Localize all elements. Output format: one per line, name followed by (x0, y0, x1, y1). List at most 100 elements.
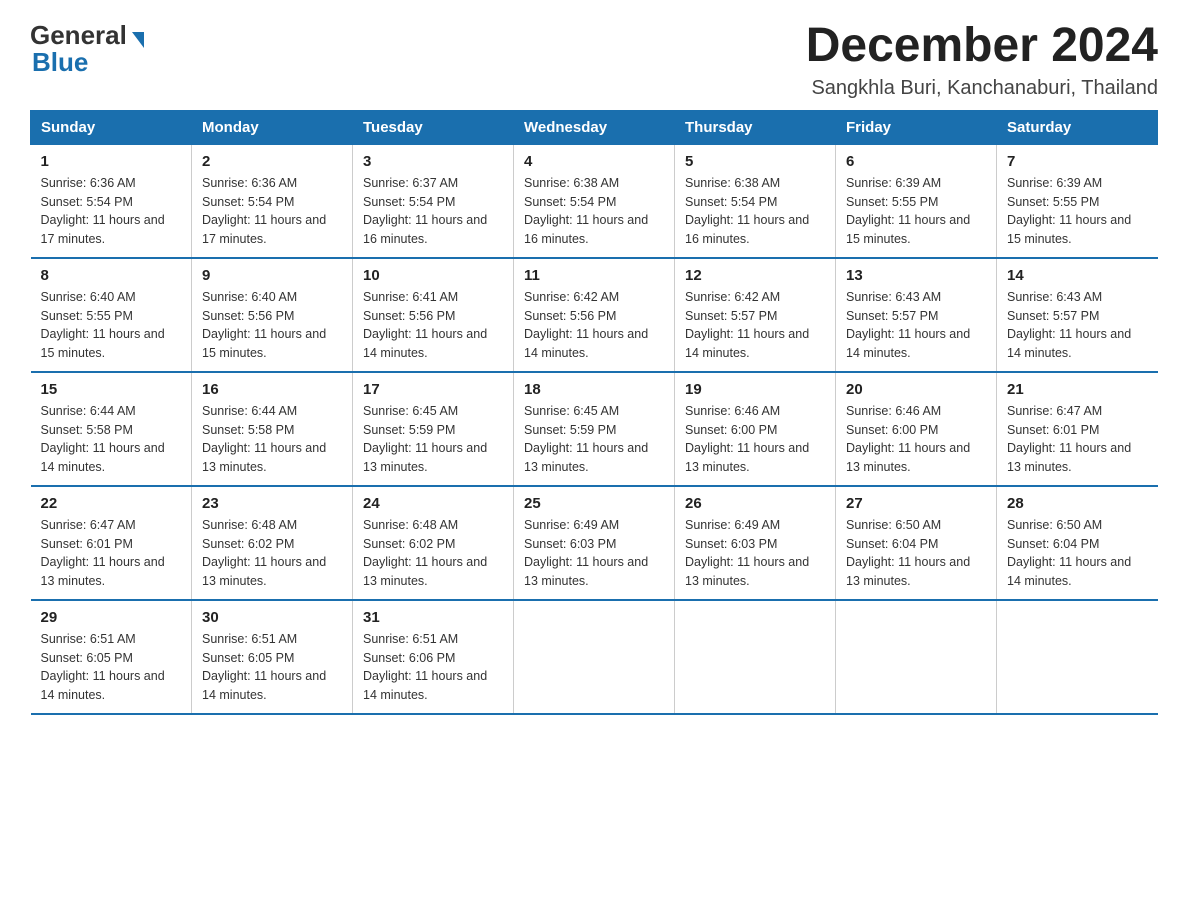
calendar-week-2: 8 Sunrise: 6:40 AMSunset: 5:55 PMDaylight… (31, 258, 1158, 372)
calendar-table: SundayMondayTuesdayWednesdayThursdayFrid… (30, 110, 1158, 715)
day-info: Sunrise: 6:39 AMSunset: 5:55 PMDaylight:… (846, 174, 986, 249)
calendar-cell (514, 600, 675, 714)
header-thursday: Thursday (675, 110, 836, 144)
day-number: 25 (524, 495, 664, 512)
day-number: 10 (363, 267, 503, 284)
day-info: Sunrise: 6:46 AMSunset: 6:00 PMDaylight:… (846, 402, 986, 477)
calendar-cell: 29Sunrise: 6:51 AMSunset: 6:05 PMDayligh… (31, 600, 192, 714)
calendar-week-1: 1 Sunrise: 6:36 AMSunset: 5:54 PMDaylight… (31, 144, 1158, 258)
day-info: Sunrise: 6:44 AMSunset: 5:58 PMDaylight:… (202, 402, 342, 477)
day-info: Sunrise: 6:40 AMSunset: 5:55 PMDaylight:… (41, 288, 182, 363)
logo: General Blue (30, 20, 144, 78)
day-info: Sunrise: 6:48 AMSunset: 6:02 PMDaylight:… (202, 516, 342, 591)
calendar-cell: 22 Sunrise: 6:47 AMSunset: 6:01 PMDayligh… (31, 486, 192, 600)
day-number: 18 (524, 381, 664, 398)
day-info: Sunrise: 6:50 AMSunset: 6:04 PMDaylight:… (846, 516, 986, 591)
day-number: 5 (685, 153, 825, 170)
day-info: Sunrise: 6:48 AMSunset: 6:02 PMDaylight:… (363, 516, 503, 591)
calendar-header-row: SundayMondayTuesdayWednesdayThursdayFrid… (31, 110, 1158, 144)
calendar-cell: 2 Sunrise: 6:36 AMSunset: 5:54 PMDaylight… (192, 144, 353, 258)
calendar-cell: 26Sunrise: 6:49 AMSunset: 6:03 PMDayligh… (675, 486, 836, 600)
calendar-cell: 30 Sunrise: 6:51 AMSunset: 6:05 PMDayligh… (192, 600, 353, 714)
calendar-cell: 25 Sunrise: 6:49 AMSunset: 6:03 PMDayligh… (514, 486, 675, 600)
calendar-cell (997, 600, 1158, 714)
calendar-cell: 27 Sunrise: 6:50 AMSunset: 6:04 PMDayligh… (836, 486, 997, 600)
calendar-cell: 3 Sunrise: 6:37 AMSunset: 5:54 PMDaylight… (353, 144, 514, 258)
calendar-cell: 14Sunrise: 6:43 AMSunset: 5:57 PMDayligh… (997, 258, 1158, 372)
day-number: 19 (685, 381, 825, 398)
day-number: 11 (524, 267, 664, 284)
calendar-cell: 8 Sunrise: 6:40 AMSunset: 5:55 PMDaylight… (31, 258, 192, 372)
day-number: 30 (202, 609, 342, 626)
calendar-cell: 11 Sunrise: 6:42 AMSunset: 5:56 PMDayligh… (514, 258, 675, 372)
calendar-cell: 5 Sunrise: 6:38 AMSunset: 5:54 PMDaylight… (675, 144, 836, 258)
calendar-cell (675, 600, 836, 714)
day-info: Sunrise: 6:51 AMSunset: 6:06 PMDaylight:… (363, 630, 503, 705)
calendar-cell: 4Sunrise: 6:38 AMSunset: 5:54 PMDaylight… (514, 144, 675, 258)
subtitle: Sangkhla Buri, Kanchanaburi, Thailand (806, 77, 1158, 100)
day-info: Sunrise: 6:41 AMSunset: 5:56 PMDaylight:… (363, 288, 503, 363)
day-info: Sunrise: 6:37 AMSunset: 5:54 PMDaylight:… (363, 174, 503, 249)
calendar-cell: 9Sunrise: 6:40 AMSunset: 5:56 PMDaylight… (192, 258, 353, 372)
calendar-week-4: 22 Sunrise: 6:47 AMSunset: 6:01 PMDayligh… (31, 486, 1158, 600)
day-number: 16 (202, 381, 342, 398)
day-number: 12 (685, 267, 825, 284)
day-number: 23 (202, 495, 342, 512)
day-info: Sunrise: 6:45 AMSunset: 5:59 PMDaylight:… (363, 402, 503, 477)
day-number: 8 (41, 267, 182, 284)
day-number: 28 (1007, 495, 1148, 512)
calendar-cell (836, 600, 997, 714)
day-info: Sunrise: 6:42 AMSunset: 5:56 PMDaylight:… (524, 288, 664, 363)
day-number: 1 (41, 153, 182, 170)
day-info: Sunrise: 6:36 AMSunset: 5:54 PMDaylight:… (202, 174, 342, 249)
logo-blue: Blue (32, 47, 88, 78)
day-number: 31 (363, 609, 503, 626)
day-info: Sunrise: 6:38 AMSunset: 5:54 PMDaylight:… (685, 174, 825, 249)
day-number: 22 (41, 495, 182, 512)
day-number: 9 (202, 267, 342, 284)
logo-triangle-icon (132, 32, 144, 48)
calendar-cell: 31 Sunrise: 6:51 AMSunset: 6:06 PMDayligh… (353, 600, 514, 714)
day-number: 24 (363, 495, 503, 512)
page-header: General Blue December 2024 Sangkhla Buri… (30, 20, 1158, 100)
calendar-cell: 12Sunrise: 6:42 AMSunset: 5:57 PMDayligh… (675, 258, 836, 372)
calendar-week-3: 15 Sunrise: 6:44 AMSunset: 5:58 PMDayligh… (31, 372, 1158, 486)
day-info: Sunrise: 6:49 AMSunset: 6:03 PMDaylight:… (685, 516, 825, 591)
day-info: Sunrise: 6:49 AMSunset: 6:03 PMDaylight:… (524, 516, 664, 591)
day-number: 15 (41, 381, 182, 398)
day-number: 2 (202, 153, 342, 170)
calendar-cell: 17Sunrise: 6:45 AMSunset: 5:59 PMDayligh… (353, 372, 514, 486)
day-info: Sunrise: 6:39 AMSunset: 5:55 PMDaylight:… (1007, 174, 1148, 249)
day-info: Sunrise: 6:50 AMSunset: 6:04 PMDaylight:… (1007, 516, 1148, 591)
calendar-cell: 23 Sunrise: 6:48 AMSunset: 6:02 PMDayligh… (192, 486, 353, 600)
header-wednesday: Wednesday (514, 110, 675, 144)
header-sunday: Sunday (31, 110, 192, 144)
day-info: Sunrise: 6:38 AMSunset: 5:54 PMDaylight:… (524, 174, 664, 249)
header-saturday: Saturday (997, 110, 1158, 144)
day-info: Sunrise: 6:43 AMSunset: 5:57 PMDaylight:… (846, 288, 986, 363)
day-info: Sunrise: 6:51 AMSunset: 6:05 PMDaylight:… (202, 630, 342, 705)
calendar-cell: 21 Sunrise: 6:47 AMSunset: 6:01 PMDayligh… (997, 372, 1158, 486)
calendar-cell: 6 Sunrise: 6:39 AMSunset: 5:55 PMDaylight… (836, 144, 997, 258)
day-number: 27 (846, 495, 986, 512)
calendar-cell: 16 Sunrise: 6:44 AMSunset: 5:58 PMDayligh… (192, 372, 353, 486)
day-info: Sunrise: 6:45 AMSunset: 5:59 PMDaylight:… (524, 402, 664, 477)
calendar-cell: 15Sunrise: 6:44 AMSunset: 5:58 PMDayligh… (31, 372, 192, 486)
day-number: 3 (363, 153, 503, 170)
calendar-cell: 7 Sunrise: 6:39 AMSunset: 5:55 PMDaylight… (997, 144, 1158, 258)
day-info: Sunrise: 6:36 AMSunset: 5:54 PMDaylight:… (41, 174, 182, 249)
title-block: December 2024 Sangkhla Buri, Kanchanabur… (806, 20, 1158, 100)
day-number: 20 (846, 381, 986, 398)
day-info: Sunrise: 6:47 AMSunset: 6:01 PMDaylight:… (1007, 402, 1148, 477)
day-info: Sunrise: 6:47 AMSunset: 6:01 PMDaylight:… (41, 516, 182, 591)
calendar-cell: 18 Sunrise: 6:45 AMSunset: 5:59 PMDayligh… (514, 372, 675, 486)
calendar-cell: 13Sunrise: 6:43 AMSunset: 5:57 PMDayligh… (836, 258, 997, 372)
day-number: 6 (846, 153, 986, 170)
day-number: 14 (1007, 267, 1148, 284)
header-tuesday: Tuesday (353, 110, 514, 144)
header-monday: Monday (192, 110, 353, 144)
calendar-cell: 19Sunrise: 6:46 AMSunset: 6:00 PMDayligh… (675, 372, 836, 486)
day-number: 7 (1007, 153, 1148, 170)
day-number: 21 (1007, 381, 1148, 398)
calendar-week-5: 29Sunrise: 6:51 AMSunset: 6:05 PMDayligh… (31, 600, 1158, 714)
